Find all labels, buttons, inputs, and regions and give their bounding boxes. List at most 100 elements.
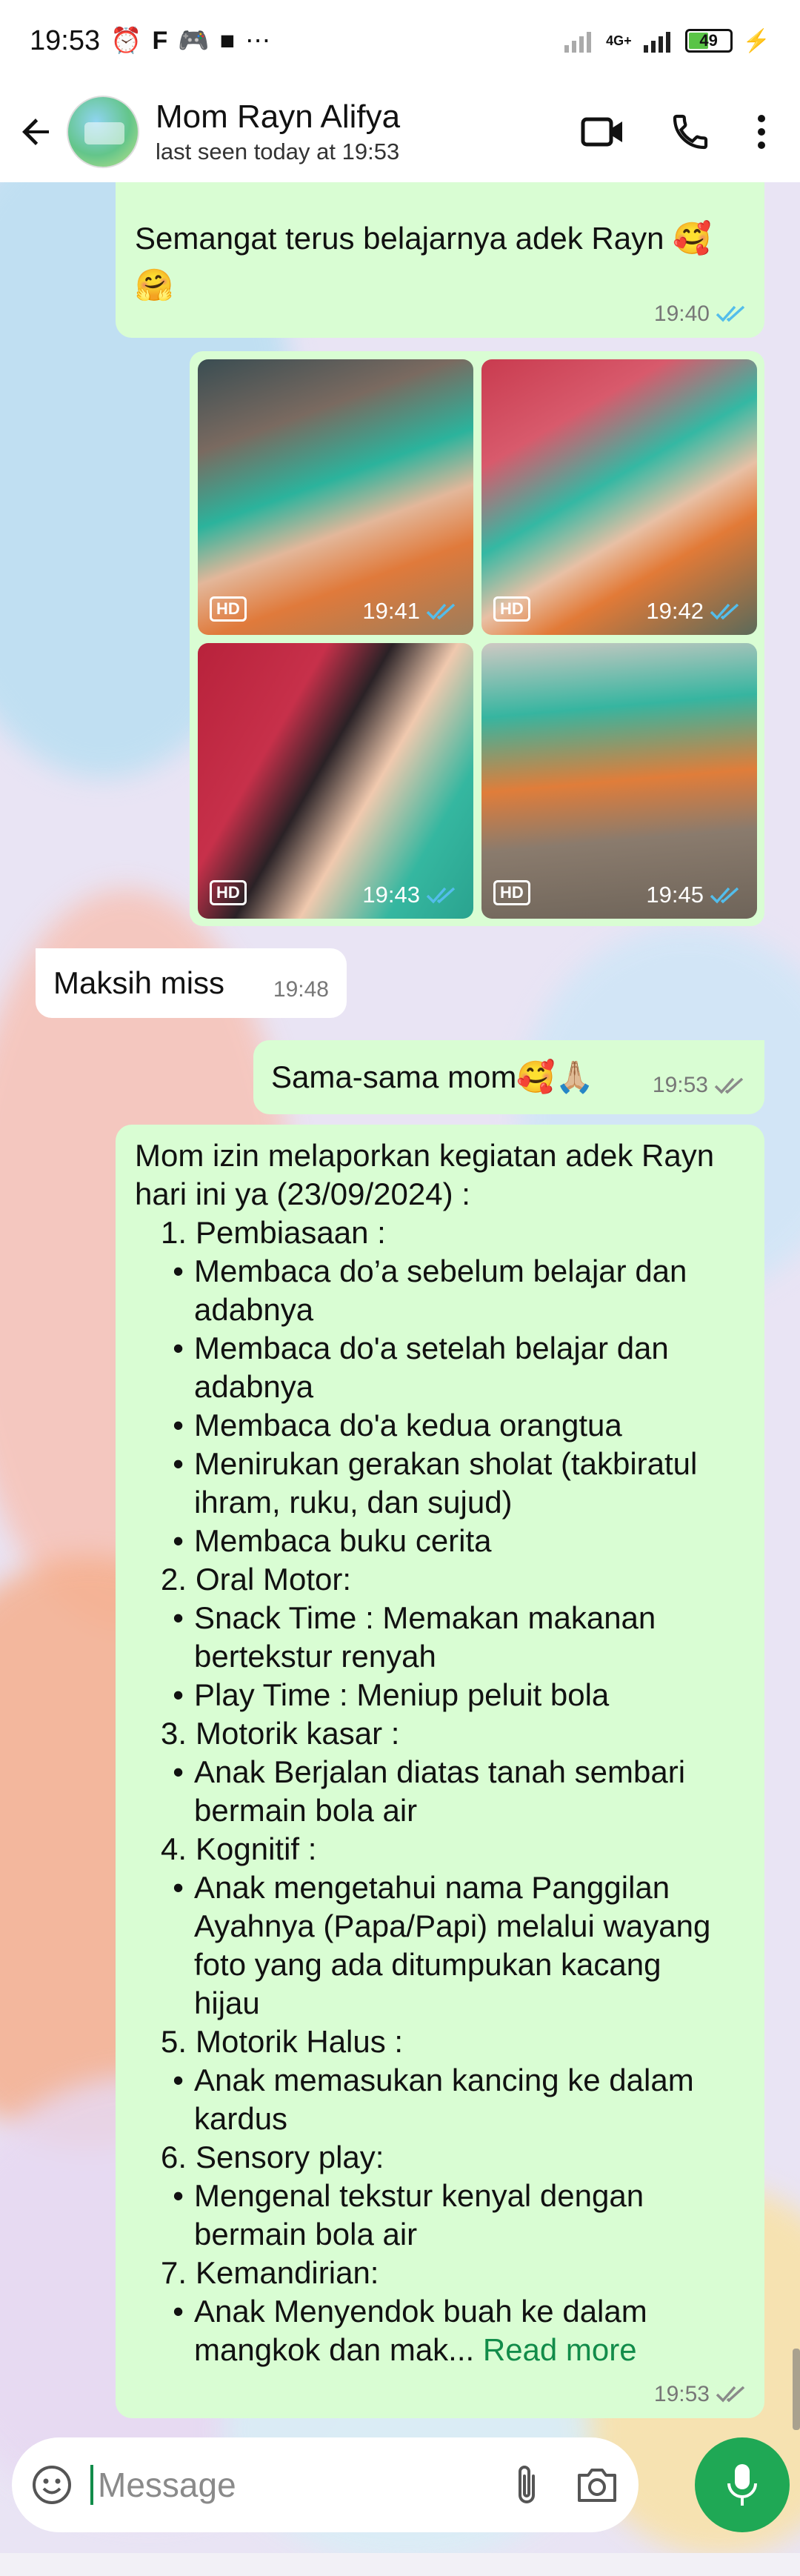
photo-2[interactable]: HD 19:42 [481,359,757,635]
photo-4[interactable]: HD 19:45 [481,643,757,919]
report-bullet-item: • Menirukan gerakan sholat (takbiratul ihr… [135,1445,745,1522]
list-item-line-text: Kemandirian: [196,2255,379,2290]
incoming-message[interactable]: Maksih miss 19:48 [36,948,347,1018]
charging-icon: ⚡ [742,28,770,53]
list-item-line-text: Pembiasaan : [196,1215,386,1250]
list-item-line-text: Kognitif : [196,1831,317,1866]
back-button[interactable] [15,110,59,154]
list-item-line: Anak memasukan kancing ke dalam [194,2061,694,2100]
list-item-line-text: Membaca do'a kedua orangtua [194,1408,622,1442]
list-item-line: Membaca buku cerita [194,1522,492,1560]
report-bullet-item: • Anak Menyendok buah ke dalam mangkok dan… [135,2292,745,2369]
list-item-text: Membaca do'a kedua orangtua [194,1406,622,1445]
read-ticks-icon [710,887,739,904]
emoji-icon[interactable] [31,2464,73,2506]
signal-muted-icon [564,32,592,53]
report-bullet-item: • Membaca do'a kedua orangtua [135,1406,745,1445]
list-item-line-text: ihram, ruku, dan sujud) [194,1485,513,1520]
outgoing-message[interactable]: Sama-sama mom🥰🙏🏼 19:53 [253,1040,764,1114]
hd-badge: HD [210,596,247,622]
list-item-line-text: Sensory play: [196,2140,384,2174]
list-marker: • [173,1446,184,1481]
list-item-line: Anak Menyendok buah ke dalam [194,2292,647,2331]
message-text: Semangat terus belajarnya adek Rayn 🥰 [135,221,712,256]
list-item-line-text: Motorik Halus : [196,2024,404,2059]
list-item-line: hijau [194,1984,710,2023]
list-item-line: Mengenal tekstur kenyal dengan [194,2177,644,2215]
contact-name: Mom Rayn Alifya [156,99,401,135]
list-item-text: Anak Berjalan diatas tanah sembari bermai… [194,1753,685,1830]
camera-icon[interactable] [575,2466,619,2503]
list-marker: 4. [160,1831,187,1866]
square-notification-icon: ■ [219,26,236,55]
list-item-line-text: hijau [194,1986,260,2020]
list-item-line: bermain bola air [194,1791,685,1830]
list-marker: • [173,2063,184,2097]
list-item-text: Kemandirian: [196,2254,379,2292]
list-item-line-text: Snack Time : Memakan makanan [194,1600,656,1635]
list-item-line: Ayahnya (Papa/Papi) melalui wayang [194,1907,710,1946]
list-item-text: Sensory play: [196,2138,384,2177]
list-marker: 1. [160,1215,187,1250]
list-item-line: bermain bola air [194,2215,644,2254]
list-marker: 2. [160,1562,187,1597]
list-item-line: Snack Time : Memakan makanan [194,1599,656,1637]
report-list: 1. Pembiasaan : • Membaca do’a sebelum bela… [135,1214,745,2369]
more-notifications-icon: ⋯ [245,27,271,55]
photo-3[interactable]: HD 19:43 [198,643,473,919]
photo-time: 19:43 [362,882,420,908]
list-item-line-text: Anak mengetahui nama Panggilan [194,1870,670,1905]
list-item-text: Menirukan gerakan sholat (takbiratul ihra… [194,1445,697,1522]
list-item-line-text: bermain bola air [194,1793,418,1828]
list-item-line-text: Anak memasukan kancing ke dalam [194,2063,694,2097]
list-item-line: adabnya [194,1368,669,1406]
list-item-text: Membaca do’a sebelum belajar dan adabnya [194,1252,687,1329]
list-item-text: Membaca do'a setelah belajar dan adabnya [194,1329,669,1406]
voice-call-icon[interactable] [670,111,711,153]
contact-avatar[interactable] [67,96,139,168]
photo-time: 19:41 [362,598,420,624]
report-numbered-item: 6. Sensory play: [135,2138,745,2177]
video-call-icon[interactable] [581,116,625,148]
report-message[interactable]: Mom izin melaporkan kegiatan adek Rayn h… [116,1125,764,2418]
list-item-line: Motorik Halus : [196,2023,403,2061]
list-item-line-text: Mengenal tekstur kenyal dengan [194,2178,644,2213]
message-time: 19:40 [653,301,710,326]
game-controller-icon: 🎮 [178,27,210,55]
photo-1[interactable]: HD 19:41 [198,359,473,635]
read-ticks-icon [710,603,739,620]
chat-header: Mom Rayn Alifya last seen today at 19:53 [0,81,800,182]
list-marker: • [173,1523,184,1558]
list-marker: • [173,1331,184,1365]
report-numbered-item: 3. Motorik kasar : [135,1714,745,1753]
list-marker: • [173,1600,184,1635]
photo-time: 19:45 [646,882,704,908]
list-item-line: foto yang ada ditumpukan kacang [194,1946,710,1984]
list-item-line: Kemandirian: [196,2254,379,2292]
voice-record-button[interactable] [695,2437,790,2532]
read-ticks-icon [426,603,456,620]
report-numbered-item: 2. Oral Motor: [135,1560,745,1599]
battery-icon: 49 [684,29,733,53]
list-item-line-text: foto yang ada ditumpukan kacang [194,1947,661,1982]
list-item-line-text: Ayahnya (Papa/Papi) melalui wayang [194,1908,711,1943]
more-options-icon[interactable] [756,111,767,153]
message-input[interactable]: Message [90,2465,513,2505]
list-item-line: adabnya [194,1291,687,1329]
list-item-line: Motorik kasar : [196,1714,399,1753]
list-item-line: Kognitif : [196,1830,316,1868]
list-marker: 7. [160,2255,187,2290]
message-text-emoji: 🤗 [135,267,174,302]
contact-info[interactable]: Mom Rayn Alifya last seen today at 19:53 [156,99,400,165]
attach-icon[interactable] [513,2463,542,2507]
scrollbar[interactable] [793,2349,800,2430]
list-item-line: Anak mengetahui nama Panggilan [194,1868,710,1907]
list-item-text: Anak mengetahui nama Panggilan Ayahnya (P… [194,1868,710,2023]
list-item-text: Mengenal tekstur kenyal dengan bermain bo… [194,2177,644,2254]
list-marker: 5. [160,2024,187,2059]
read-more-link[interactable]: Read more [483,2332,637,2367]
report-numbered-item: 4. Kognitif : [135,1830,745,1868]
message-time: 19:53 [652,1073,708,1098]
list-marker: 6. [160,2140,187,2174]
outgoing-message[interactable]: Semangat terus belajarnya adek Rayn 🥰 🤗 … [116,178,764,338]
